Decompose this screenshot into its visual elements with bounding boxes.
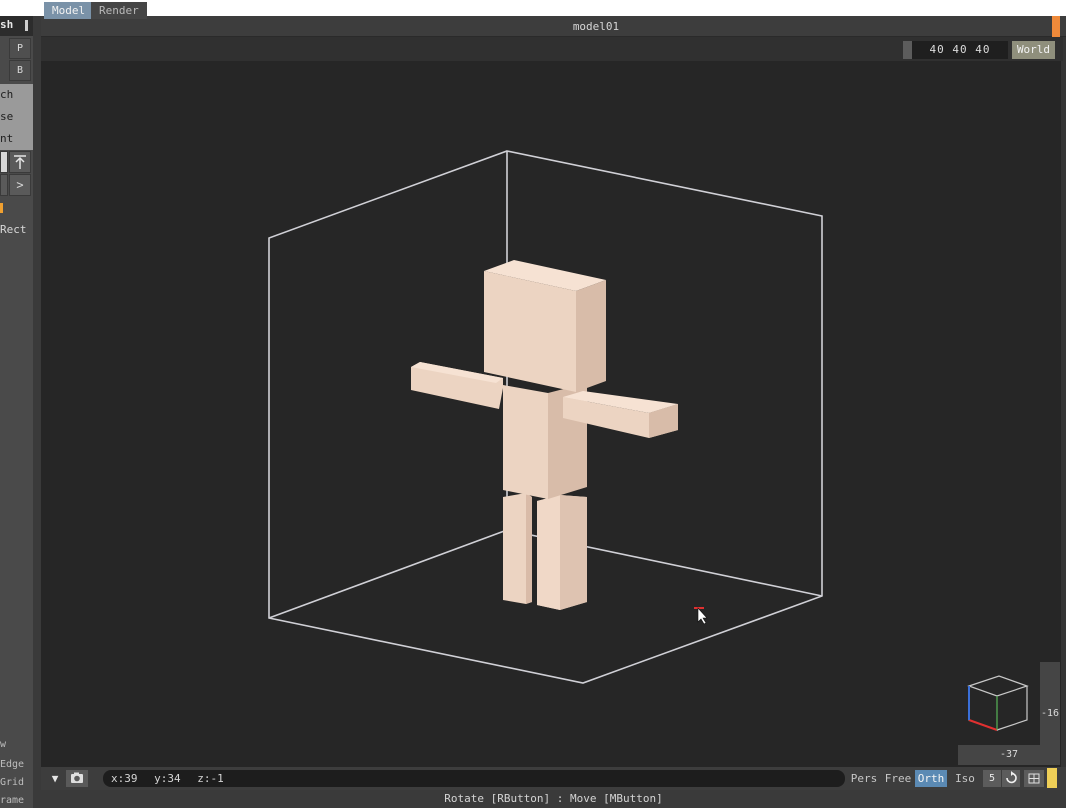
hint-bar: Rotate [RButton] : Move [MButton] <box>41 790 1066 808</box>
voxel-scene[interactable] <box>41 61 1061 767</box>
model-title: model01 <box>572 20 620 33</box>
size-slider-handle[interactable] <box>903 41 912 59</box>
tool-arrow-up-button[interactable] <box>9 151 31 173</box>
menu-item-attach[interactable]: ch <box>0 84 33 106</box>
coord-x: x:39 <box>111 772 138 785</box>
reset-rotation-button[interactable] <box>1002 770 1020 787</box>
left-label-edge[interactable]: Edge <box>0 759 24 770</box>
left-label-frame[interactable]: rame <box>0 795 24 806</box>
palette-tab[interactable] <box>1047 768 1057 788</box>
coord-y: y:34 <box>154 772 181 785</box>
menu-item-paint[interactable]: nt <box>0 128 33 150</box>
mode-orth[interactable]: Orth <box>915 770 947 787</box>
chevron-right-icon[interactable]: > <box>9 174 31 196</box>
tab-render[interactable]: Render <box>91 2 147 19</box>
mode-free[interactable]: Free <box>882 770 914 787</box>
world-space-button[interactable]: World <box>1012 41 1055 59</box>
orientation-cube-icon[interactable] <box>967 675 1029 731</box>
model-size-field[interactable]: 40 40 40 <box>912 41 1008 59</box>
rotate-icon <box>1006 771 1017 784</box>
mode-iso[interactable]: Iso <box>950 770 980 787</box>
vertical-slider-value: -16 <box>1040 708 1060 719</box>
view-menu-triangle-icon[interactable]: ▼ <box>46 770 64 787</box>
b-button[interactable]: B <box>9 60 31 81</box>
grid-layout-button[interactable] <box>1024 770 1044 787</box>
rect-tool-label[interactable]: Rect <box>0 223 27 236</box>
mouse-cursor-icon <box>694 607 708 625</box>
mode-pers[interactable]: Pers <box>848 770 880 787</box>
brush-mode-menu: ch se nt <box>0 84 33 150</box>
panel-divider[interactable] <box>33 16 41 808</box>
tool-grid-icon[interactable] <box>0 151 8 173</box>
camera-icon <box>71 772 83 783</box>
left-label-grid[interactable]: Grid <box>0 777 24 788</box>
arrow-up-bar-icon <box>14 155 26 169</box>
p-button[interactable]: P <box>9 38 31 59</box>
cursor-coordinates: x:39 y:34 z:-1 <box>103 770 845 787</box>
camera-button[interactable] <box>66 770 88 787</box>
selection-marker <box>0 203 3 213</box>
left-label-view[interactable]: w <box>0 739 6 750</box>
tool-left-slot[interactable] <box>0 174 8 196</box>
coord-z: z:-1 <box>197 772 224 785</box>
menu-item-erase[interactable]: se <box>0 106 33 128</box>
tab-model[interactable]: Model <box>44 2 94 19</box>
step-button[interactable]: 5 <box>983 770 1001 787</box>
horizontal-slider[interactable]: -37 <box>958 745 1060 765</box>
window-accent <box>1052 16 1060 37</box>
layout-icon <box>1028 773 1040 784</box>
